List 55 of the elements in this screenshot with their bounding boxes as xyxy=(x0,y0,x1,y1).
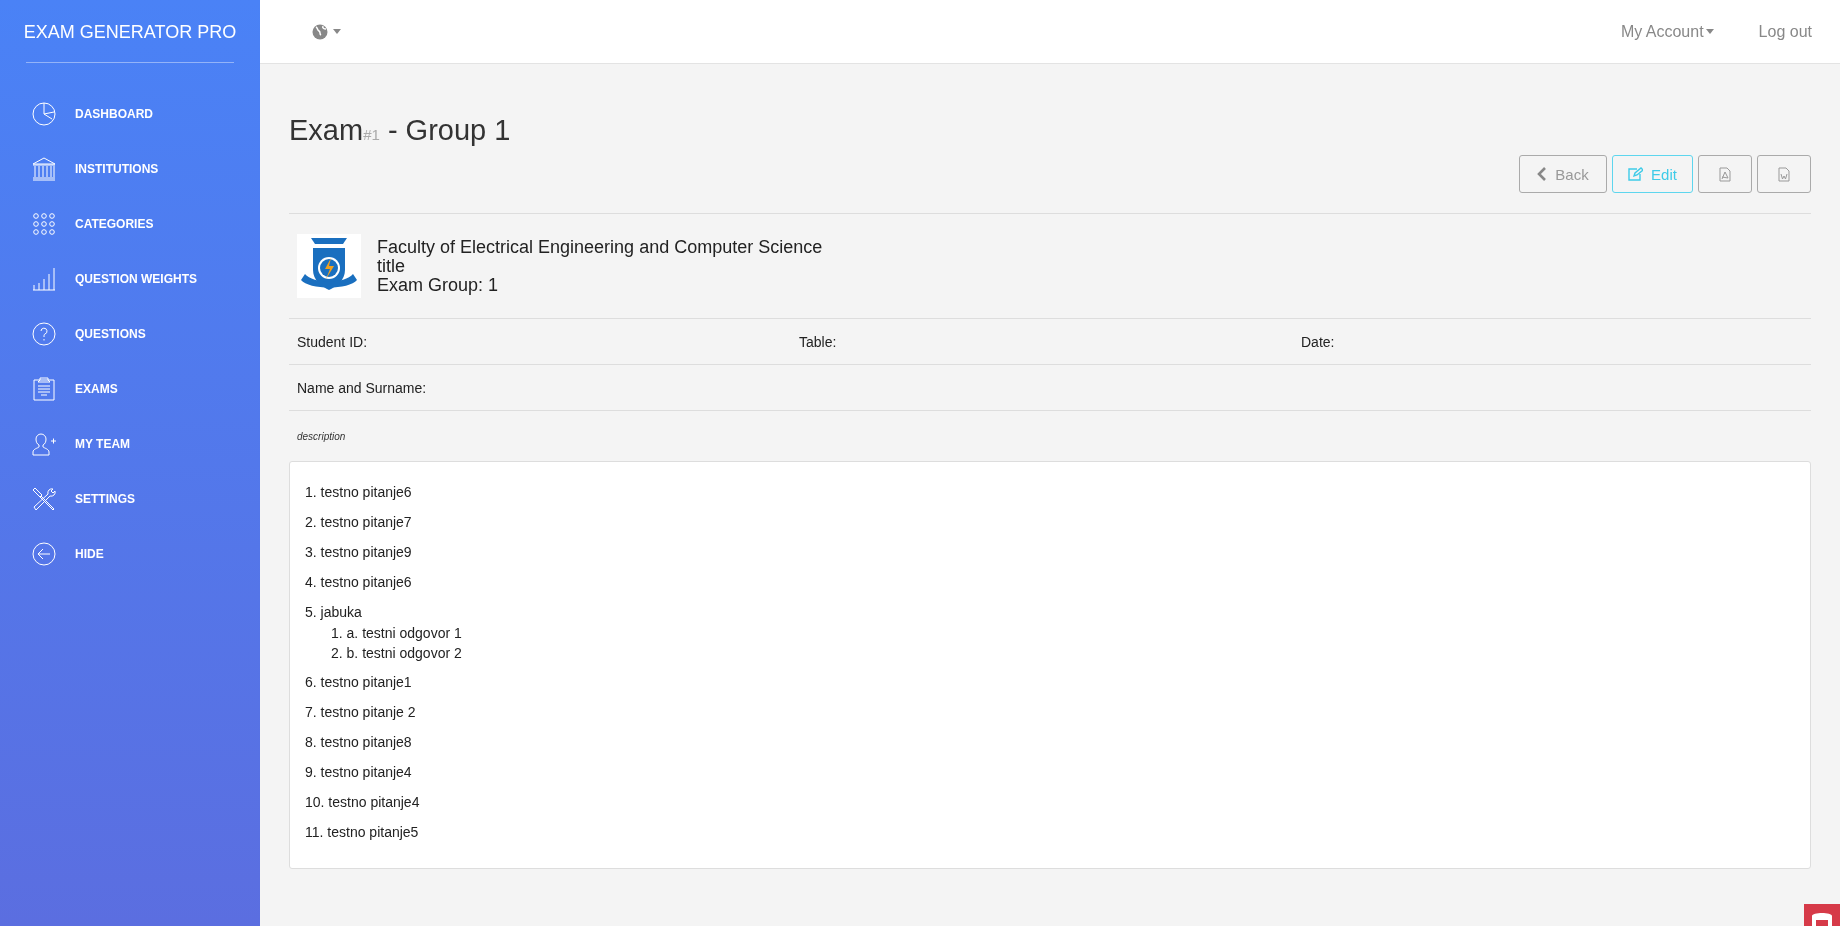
question-text: 9. testno pitanje4 xyxy=(305,763,413,782)
dots-grid-icon xyxy=(32,211,56,236)
word-button[interactable] xyxy=(1757,155,1811,193)
faculty-logo xyxy=(297,234,361,298)
field-label: Name and Surname: xyxy=(297,379,428,396)
building-icon xyxy=(32,156,56,181)
question-text: 11. testno pitanje5 xyxy=(305,823,420,842)
sidebar-item[interactable]: HIDE xyxy=(0,526,260,581)
chevron-left-icon xyxy=(1537,167,1548,181)
caret-icon xyxy=(333,29,341,34)
clipboard-icon xyxy=(32,376,56,401)
question-text: 1. testno pitanje6 xyxy=(305,483,413,502)
field-label: Student ID: xyxy=(297,333,369,350)
answer-text: 2. b. testni odgovor 2 xyxy=(330,644,463,663)
question-text: 10. testno pitanje4 xyxy=(305,793,421,812)
answer-text: 1. a. testni odgovor 1 xyxy=(330,624,463,643)
sidebar-item[interactable]: SETTINGS xyxy=(0,471,260,526)
pdf-file-icon xyxy=(1719,166,1731,182)
field-label: Table: xyxy=(799,333,838,350)
question-icon xyxy=(32,321,56,346)
sidebar-item[interactable]: QUESTION WEIGHTS xyxy=(0,251,260,306)
brand-title: EXAM GENERATOR PRO xyxy=(22,21,238,44)
globe-icon xyxy=(312,23,328,40)
sidebar-item[interactable]: CATEGORIES xyxy=(0,196,260,251)
sidebar-item[interactable]: MY TEAM xyxy=(0,416,260,471)
sidebar-item[interactable]: DASHBOARD xyxy=(0,86,260,141)
exam-group: Exam Group: 1 xyxy=(377,275,823,295)
question-text: 8. testno pitanje8 xyxy=(305,733,413,752)
question-text: 3. testno pitanje9 xyxy=(305,543,413,562)
back-button[interactable]: Back xyxy=(1519,155,1607,193)
exam-title: title xyxy=(377,256,405,276)
word-file-icon xyxy=(1778,166,1790,182)
sidebar-item[interactable]: INSTITUTIONS xyxy=(0,141,260,196)
question-text: 5. jabuka xyxy=(305,603,363,622)
question-text: 6. testno pitanje1 xyxy=(305,673,413,692)
add-user-icon xyxy=(32,431,56,456)
pie-chart-icon xyxy=(32,101,56,126)
pdf-button[interactable] xyxy=(1698,155,1752,193)
sidebar-item[interactable]: EXAMS xyxy=(0,361,260,416)
sidebar-item[interactable]: QUESTIONS xyxy=(0,306,260,361)
institution-name: Faculty of Electrical Engineering and Computer Science xyxy=(377,237,823,257)
question-text: 7. testno pitanje 2 xyxy=(305,703,417,722)
bar-chart-icon xyxy=(32,266,56,291)
chat-widget-icon[interactable] xyxy=(1804,904,1840,926)
caret-icon xyxy=(1705,29,1714,34)
question-text: 2. testno pitanje7 xyxy=(305,513,413,532)
exam-description: description xyxy=(297,431,346,442)
page-title: Exam#1 - Group 1 xyxy=(289,114,512,147)
edit-icon xyxy=(1628,167,1644,181)
account-dropdown[interactable]: My Account xyxy=(1620,22,1714,41)
question-text: 4. testno pitanje6 xyxy=(305,573,413,592)
arrow-left-icon xyxy=(32,541,56,566)
logout-link[interactable]: Log out xyxy=(1758,22,1812,41)
field-label: Date: xyxy=(1301,333,1336,350)
tools-icon xyxy=(32,486,56,511)
